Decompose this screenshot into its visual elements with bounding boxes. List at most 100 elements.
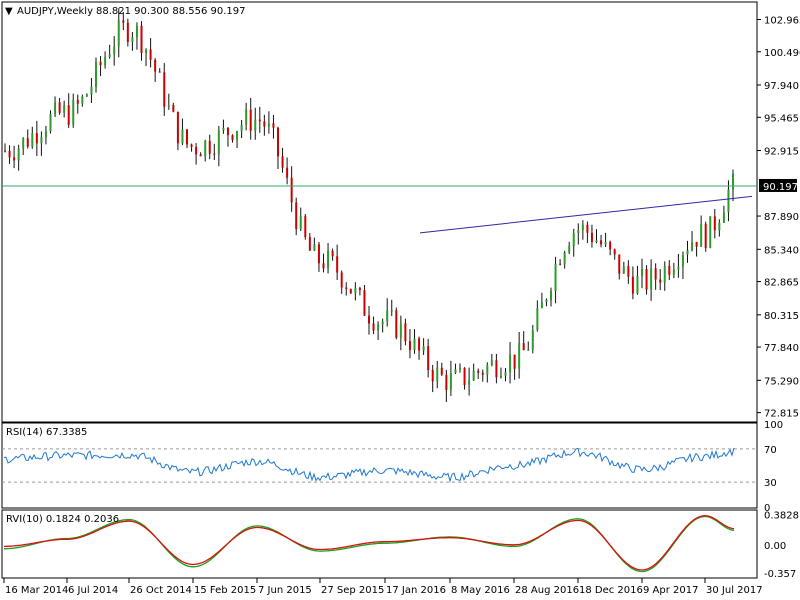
y-tick-label: 80.315 bbox=[764, 311, 799, 322]
candle-body bbox=[290, 177, 293, 203]
candle-body bbox=[113, 46, 116, 55]
candle-body bbox=[663, 265, 666, 283]
candle-body bbox=[295, 202, 298, 230]
candle-body bbox=[336, 256, 339, 273]
candle-body bbox=[481, 372, 484, 375]
candle-body bbox=[668, 265, 671, 276]
candle-body bbox=[258, 119, 261, 122]
candle-body bbox=[313, 244, 316, 251]
candle-body bbox=[26, 138, 29, 147]
candle-body bbox=[345, 287, 348, 289]
y-tick-label: 102.965 bbox=[764, 15, 800, 26]
y-tick-label: 92.915 bbox=[764, 147, 799, 158]
candle-body bbox=[672, 269, 675, 276]
candle-body bbox=[90, 86, 93, 95]
candle-body bbox=[213, 153, 216, 155]
candle-body bbox=[545, 300, 548, 302]
candle-body bbox=[304, 216, 307, 238]
candle-body bbox=[317, 244, 320, 264]
candle-body bbox=[390, 310, 393, 312]
candle-body bbox=[427, 346, 430, 371]
candle-body bbox=[586, 224, 589, 233]
rsi-tick-label: 100 bbox=[764, 420, 783, 431]
candle-body bbox=[490, 360, 493, 366]
candle-body bbox=[654, 268, 657, 280]
candle-body bbox=[363, 290, 366, 316]
candle-body bbox=[681, 254, 684, 267]
candle-body bbox=[422, 346, 425, 351]
y-tick-label: 77.840 bbox=[764, 343, 799, 354]
candle-body bbox=[85, 94, 88, 97]
candle-body bbox=[226, 127, 229, 136]
candle-body bbox=[186, 129, 188, 145]
candle-body bbox=[559, 263, 562, 265]
candle-body bbox=[217, 130, 220, 155]
x-tick-label: 9 Apr 2017 bbox=[643, 585, 698, 596]
candle-body bbox=[195, 146, 198, 155]
candle-body bbox=[81, 96, 84, 104]
candle-body bbox=[531, 329, 534, 350]
candle-body bbox=[54, 102, 57, 115]
candle-body bbox=[704, 224, 707, 248]
candle-body bbox=[445, 374, 448, 391]
candle-body bbox=[327, 250, 330, 269]
candle-body bbox=[308, 237, 311, 251]
candle-body bbox=[718, 222, 721, 231]
candle-body bbox=[131, 37, 134, 42]
candle-body bbox=[22, 138, 25, 149]
x-tick-label: 17 Jan 2016 bbox=[386, 585, 446, 596]
trading-chart[interactable]: 102.965 100.490 97.940 95.465 92.915 90.197 87… bbox=[0, 0, 800, 600]
candle-body bbox=[299, 216, 302, 230]
candle-body bbox=[176, 111, 179, 144]
candle-body bbox=[349, 288, 352, 294]
candle-body bbox=[181, 129, 184, 144]
candle-body bbox=[495, 360, 498, 378]
candle-body bbox=[281, 156, 284, 168]
candle-body bbox=[322, 263, 325, 269]
candle-body bbox=[581, 224, 584, 231]
candle-body bbox=[563, 252, 566, 265]
candle-body bbox=[568, 246, 571, 253]
candle-body bbox=[4, 150, 6, 152]
candle-body bbox=[31, 133, 34, 147]
candle-body bbox=[122, 20, 125, 23]
candle-body bbox=[404, 323, 407, 342]
candle-body bbox=[613, 249, 616, 255]
candle-body bbox=[536, 308, 539, 330]
y-tick-label: 75.290 bbox=[764, 376, 799, 387]
x-tick-label: 7 Jun 2015 bbox=[258, 585, 312, 596]
candle-body bbox=[135, 25, 138, 38]
candle-body bbox=[13, 157, 16, 161]
candle-body bbox=[17, 148, 20, 161]
candle-body bbox=[622, 265, 625, 274]
candle-body bbox=[286, 167, 289, 178]
candle-body bbox=[504, 372, 507, 376]
candle-body bbox=[518, 343, 521, 369]
candle-body bbox=[249, 109, 252, 131]
candle-body bbox=[231, 135, 234, 141]
candle-body bbox=[158, 71, 161, 73]
candle-body bbox=[454, 369, 457, 373]
candle-body bbox=[340, 272, 343, 288]
candle-body bbox=[732, 173, 734, 190]
candle-body bbox=[208, 140, 211, 154]
candle-body bbox=[695, 241, 698, 247]
candle-body bbox=[99, 61, 102, 66]
candle-body bbox=[486, 365, 489, 375]
candle-body bbox=[145, 49, 148, 54]
candle-body bbox=[522, 343, 525, 351]
collapse-arrow-icon[interactable]: ▼ bbox=[5, 6, 13, 17]
candle-body bbox=[527, 349, 530, 351]
candle-body bbox=[645, 269, 648, 290]
candle-body bbox=[572, 232, 575, 247]
candle-body bbox=[40, 137, 43, 144]
candle-body bbox=[236, 131, 239, 141]
candle-body bbox=[577, 230, 580, 233]
candle-body bbox=[627, 265, 630, 277]
candle-body bbox=[686, 250, 689, 255]
candle-body bbox=[449, 372, 452, 391]
rsi-title: RSI(14) 67.3385 bbox=[6, 427, 87, 438]
candle-body bbox=[240, 124, 243, 132]
candle-body bbox=[600, 240, 603, 245]
candle-body bbox=[58, 102, 61, 113]
